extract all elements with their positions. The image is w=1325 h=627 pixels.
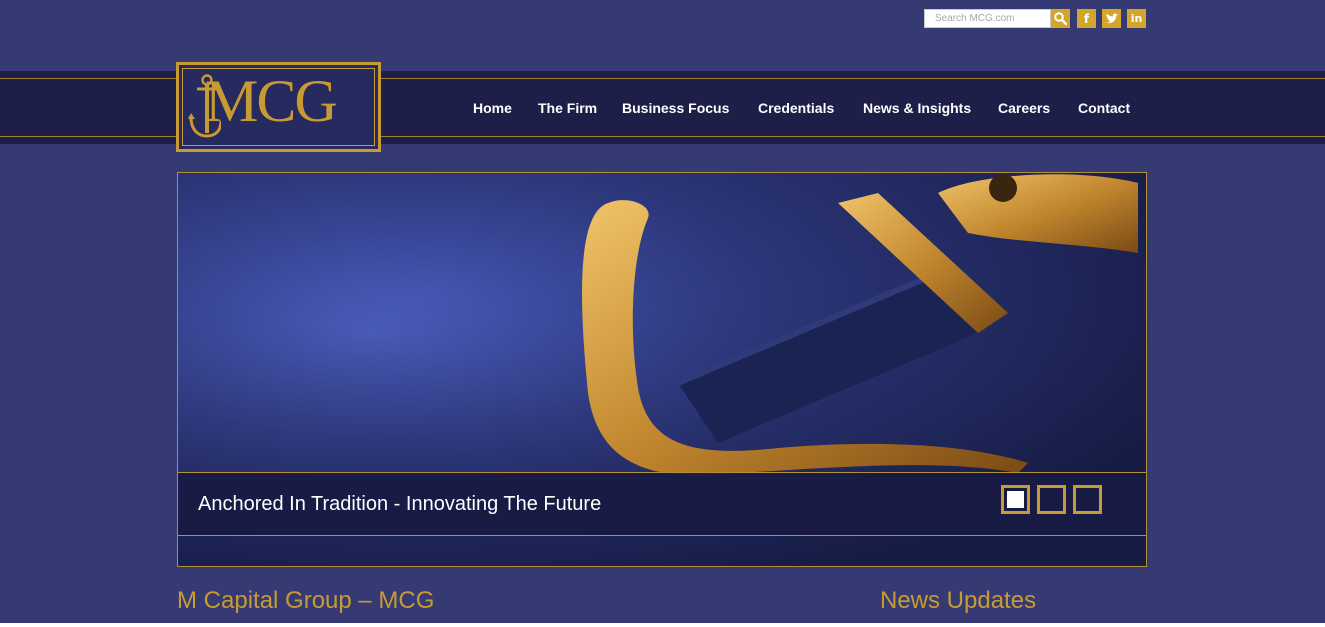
hero-caption: Anchored In Tradition - Innovating The F… [198,493,602,515]
linkedin-icon: in [1130,12,1143,25]
facebook-button[interactable]: f [1077,9,1096,28]
nav-home[interactable]: Home [473,100,512,118]
twitter-button[interactable] [1102,9,1121,28]
hero-caption-bar: Anchored In Tradition - Innovating The F… [178,472,1146,536]
search-box [924,9,1070,28]
twitter-icon [1105,12,1118,23]
news-updates-heading: News Updates [880,587,1037,614]
facebook-icon: f [1083,11,1090,26]
nav-news-insights[interactable]: News & Insights [863,100,971,118]
nav-contact[interactable]: Contact [1078,100,1130,118]
search-input[interactable] [924,9,1051,28]
nav-credentials[interactable]: Credentials [758,100,834,118]
slide-dot-2[interactable] [1037,485,1066,514]
logo-wordmark: MCG [205,68,338,134]
slide-dot-1[interactable] [1001,485,1030,514]
slide-dot-3[interactable] [1073,485,1102,514]
search-icon [1054,12,1067,25]
nav-business-focus[interactable]: Business Focus [622,100,729,118]
nav-the-firm[interactable]: The Firm [538,100,597,118]
search-button[interactable] [1051,9,1070,28]
nav-careers[interactable]: Careers [998,100,1050,118]
site-logo[interactable]: MCG [176,62,381,152]
content-area-edge [0,623,1325,627]
hero-slider: Anchored In Tradition - Innovating The F… [177,172,1147,567]
linkedin-button[interactable]: in [1127,9,1146,28]
about-heading: M Capital Group – MCG [177,587,435,614]
